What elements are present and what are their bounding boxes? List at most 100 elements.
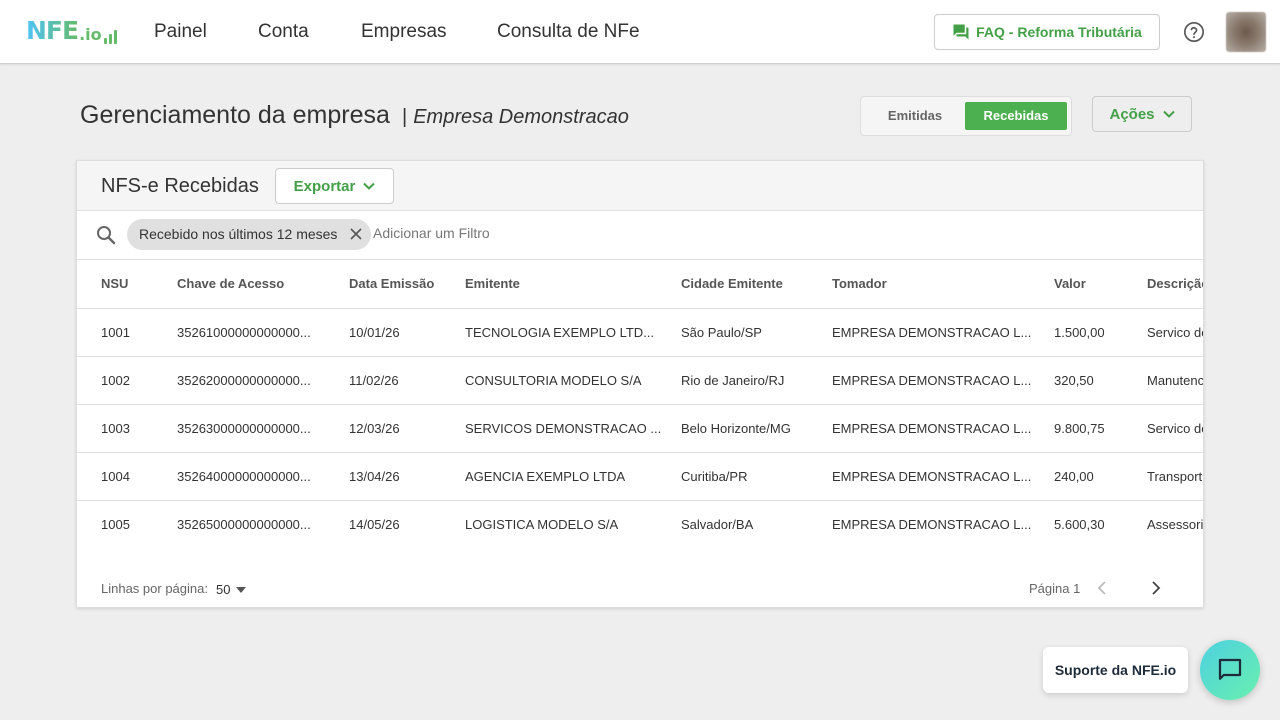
- nav-empresas[interactable]: Empresas: [361, 21, 447, 43]
- table-cell: 1002: [77, 356, 177, 405]
- table-cell: 35263000000000000...: [177, 404, 349, 453]
- chat-icon: [1218, 658, 1242, 680]
- table-cell: Manutenc: [1147, 356, 1203, 405]
- table-cell: São Paulo/SP: [681, 308, 832, 357]
- column-header[interactable]: Valor: [1054, 260, 1147, 309]
- logo-text: NFE: [26, 16, 79, 45]
- table-row[interactable]: 1001 35261000000000000... 10/01/26 TECNOLOG…: [77, 308, 1203, 357]
- filter-bar: Recebido nos últimos 12 meses: [77, 211, 1203, 260]
- company-subtitle: | Empresa Demonstracao: [402, 106, 629, 129]
- table-cell: 240,00: [1054, 452, 1147, 501]
- table-cell: 320,50: [1054, 356, 1147, 405]
- table-cell: 35261000000000000...: [177, 308, 349, 357]
- table-row[interactable]: 1004 35264000000000000... 13/04/26 AGENCIA …: [77, 452, 1203, 501]
- table-cell: Transport: [1147, 452, 1203, 501]
- faq-reforma-button[interactable]: FAQ - Reforma Tributária: [934, 14, 1160, 50]
- table-cell: 1.500,00: [1054, 308, 1147, 357]
- faq-label: FAQ - Reforma Tributária: [976, 24, 1142, 40]
- nfse-received-card: NFS-e Recebidas Exportar Recebido nos úl…: [76, 160, 1204, 608]
- pagination: Linhas por página: 50 Página 1: [77, 571, 1203, 601]
- top-navbar: NFE .io Painel Conta Empresas Consulta d…: [0, 0, 1280, 64]
- table-cell: SERVICOS DEMONSTRACAO ...: [465, 404, 681, 453]
- nfse-table: NSU Chave de Acesso Data Emissão Emitente Ci…: [77, 260, 1204, 548]
- add-filter-input[interactable]: [373, 225, 673, 241]
- table-cell: 35265000000000000...: [177, 516, 311, 532]
- chevron-right-icon[interactable]: [1146, 579, 1164, 597]
- support-label[interactable]: Suporte da NFE.io: [1043, 647, 1188, 693]
- table-cell: AGENCIA EXEMPLO LTDA: [465, 452, 681, 501]
- table-cell: Curitiba/PR: [681, 452, 832, 501]
- table-cell: LOGISTICA MODELO S/A: [465, 516, 619, 532]
- chat-bubble-icon: [953, 24, 969, 40]
- card-header: NFS-e Recebidas Exportar: [77, 161, 1203, 211]
- table-cell: Salvador/BA: [681, 516, 754, 532]
- caret-down-icon: [236, 586, 247, 593]
- user-avatar[interactable]: [1226, 12, 1266, 52]
- toggle-emitidas[interactable]: Emitidas: [869, 102, 961, 130]
- table-cell: 35262000000000000...: [177, 356, 349, 405]
- table-cell: CONSULTORIA MODELO S/A: [465, 356, 681, 405]
- rows-per-page-value: 50: [216, 582, 231, 597]
- search-icon: [97, 226, 116, 245]
- card-title: NFS-e Recebidas: [101, 175, 259, 197]
- export-dropdown-button[interactable]: Exportar: [275, 168, 394, 204]
- table-cell: 12/03/26: [349, 404, 465, 453]
- column-header[interactable]: Tomador: [832, 260, 1054, 309]
- acoes-label: Ações: [1109, 105, 1155, 123]
- chevron-left-icon[interactable]: [1094, 579, 1112, 597]
- emitidas-recebidas-toggle: Emitidas Recebidas: [860, 96, 1072, 136]
- support-chat-button[interactable]: [1200, 640, 1260, 700]
- column-header[interactable]: Cidade Emitente: [681, 260, 832, 309]
- company-name: Empresa Demonstracao: [413, 106, 629, 128]
- rows-per-page-select[interactable]: 50: [216, 582, 247, 597]
- table-cell: 1001: [77, 308, 177, 357]
- page-indicator: Página 1: [1029, 581, 1081, 596]
- table-cell: 11/02/26: [349, 356, 465, 405]
- help-circle-icon[interactable]: [1183, 21, 1205, 43]
- export-label: Exportar: [293, 177, 356, 195]
- nav-conta[interactable]: Conta: [258, 21, 309, 43]
- table-header-row: NSU Chave de Acesso Data Emissão Emitente Ci…: [77, 260, 1203, 309]
- column-header[interactable]: Chave de Acesso: [177, 260, 349, 309]
- table-row[interactable]: 1002 35262000000000000... 11/02/26 CONSULTO…: [77, 356, 1203, 405]
- column-header[interactable]: NSU: [77, 260, 177, 309]
- table-row[interactable]: 1005 35265000000000000... 14/05/26 LOGISTIC…: [77, 500, 1204, 548]
- nav-consulta-nfe[interactable]: Consulta de NFe: [497, 21, 640, 43]
- table-cell: 35264000000000000...: [177, 452, 349, 501]
- table-cell: 13/04/26: [349, 452, 465, 501]
- table-cell: EMPRESA DEMONSTRACAO L...: [832, 356, 1054, 405]
- table-cell: EMPRESA DEMONSTRACAO L...: [832, 308, 1054, 357]
- filter-chip-date[interactable]: Recebido nos últimos 12 meses: [127, 219, 372, 250]
- table-cell: Assessori: [1147, 516, 1204, 532]
- table-cell: Servico de: [1147, 308, 1203, 357]
- table-cell: 5.600,30: [1054, 516, 1105, 532]
- column-header[interactable]: Descrição: [1147, 260, 1203, 309]
- close-icon[interactable]: [349, 227, 363, 241]
- table-cell: 1005: [101, 516, 130, 532]
- table-cell: EMPRESA DEMONSTRACAO L...: [832, 516, 1032, 532]
- table-cell: Rio de Janeiro/RJ: [681, 356, 832, 405]
- table-cell: EMPRESA DEMONSTRACAO L...: [832, 452, 1054, 501]
- toggle-recebidas[interactable]: Recebidas: [965, 102, 1067, 130]
- table-cell: Belo Horizonte/MG: [681, 404, 832, 453]
- table-cell: 1004: [77, 452, 177, 501]
- logo-suffix: .io: [79, 25, 102, 44]
- column-header[interactable]: Data Emissão: [349, 260, 465, 309]
- filter-chip-label: Recebido nos últimos 12 meses: [139, 226, 338, 242]
- rows-per-page-label: Linhas por página:: [101, 581, 208, 596]
- column-header[interactable]: Emitente: [465, 260, 681, 309]
- chevron-down-icon: [363, 182, 376, 190]
- table-cell: TECNOLOGIA EXEMPLO LTD...: [465, 308, 681, 357]
- table-cell: EMPRESA DEMONSTRACAO L...: [832, 404, 1054, 453]
- page-title: Gerenciamento da empresa: [80, 101, 390, 129]
- nfe-io-logo[interactable]: NFE .io: [26, 18, 117, 44]
- table-cell: 10/01/26: [349, 308, 465, 357]
- logo-bars-icon: [103, 28, 117, 44]
- acoes-dropdown-button[interactable]: Ações: [1092, 96, 1192, 132]
- table-row[interactable]: 1003 35263000000000000... 12/03/26 SERVICOS…: [77, 404, 1203, 453]
- nav-painel[interactable]: Painel: [154, 21, 207, 43]
- table-cell: 1003: [77, 404, 177, 453]
- title-separator: |: [402, 106, 408, 128]
- table-cell: 14/05/26: [349, 516, 400, 532]
- table-body: 1001 35261000000000000... 10/01/26 TECNOLOG…: [77, 308, 1204, 548]
